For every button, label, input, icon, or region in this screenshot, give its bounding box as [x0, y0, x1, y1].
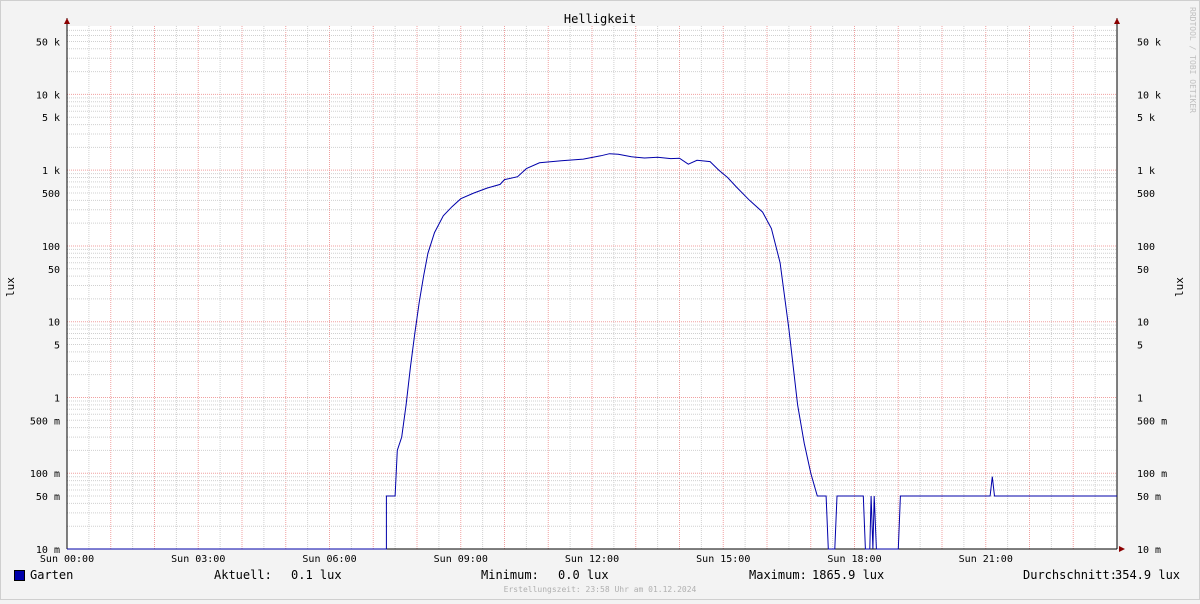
- y-tick-label-right: 50 m: [1137, 492, 1161, 503]
- y-axis-label-right: lux: [1173, 277, 1186, 297]
- y-tick-label-left: 5: [54, 341, 60, 352]
- y-tick-label-left: 50: [48, 265, 60, 276]
- average-label: Durchschnitt:: [1023, 568, 1117, 582]
- legend-swatch-garten: [14, 570, 25, 581]
- minimum-value: 0.0 lux: [558, 568, 609, 582]
- rrdtool-watermark: RRDTOOL / TOBI OETIKER: [1188, 7, 1197, 113]
- y-tick-label-right: 100 m: [1137, 469, 1167, 480]
- y-tick-label-right: 100: [1137, 242, 1155, 253]
- x-tick-label: Sun 21:00: [959, 554, 1013, 565]
- y-tick-label-left: 100 m: [30, 469, 60, 480]
- y-tick-label-right: 5: [1137, 341, 1143, 352]
- y-tick-label-left: 10 m: [36, 545, 60, 556]
- y-tick-label-left: 500 m: [30, 416, 60, 427]
- y-tick-label-left: 500: [42, 189, 60, 200]
- y-axis-label-left: lux: [4, 277, 17, 297]
- aktuell-label: Aktuell:: [214, 568, 272, 582]
- x-tick-label: Sun 15:00: [696, 554, 750, 565]
- y-tick-label-right: 500: [1137, 189, 1155, 200]
- maximum-label: Maximum:: [749, 568, 807, 582]
- x-tick-label: Sun 03:00: [171, 554, 225, 565]
- x-tick-label: Sun 09:00: [434, 554, 488, 565]
- y-tick-label-left: 1 k: [42, 166, 60, 177]
- chart-title: Helligkeit: [564, 12, 636, 26]
- chart-container: Sun 00:00 Sun 03:00 Sun 06:00 Sun 09:00 Sun …: [0, 0, 1200, 600]
- y-tick-label-right: 500 m: [1137, 416, 1167, 427]
- y-tick-label-left: 50 m: [36, 492, 60, 503]
- y-tick-label-right: 1 k: [1137, 166, 1155, 177]
- maximum-value: 1865.9 lux: [812, 568, 885, 582]
- creation-time-footer: Erstellungszeit: 23:58 Uhr am 01.12.2024: [503, 585, 697, 594]
- y-tick-label-left: 50 k: [36, 37, 60, 48]
- y-tick-label-right: 10 k: [1137, 90, 1161, 101]
- x-tick-label: Sun 18:00: [827, 554, 881, 565]
- y-tick-label-right: 50 k: [1137, 37, 1161, 48]
- y-tick-label-left: 100: [42, 242, 60, 253]
- y-tick-label-right: 5 k: [1137, 113, 1155, 124]
- y-tick-label-right: 1: [1137, 393, 1143, 404]
- y-tick-label-left: 5 k: [42, 113, 60, 124]
- y-tick-label-left: 10 k: [36, 90, 60, 101]
- minimum-label: Minimum:: [481, 568, 539, 582]
- aktuell-value: 0.1 lux: [291, 568, 342, 582]
- y-tick-label-right: 50: [1137, 265, 1149, 276]
- x-tick-label: Sun 12:00: [565, 554, 619, 565]
- average-value: 354.9 lux: [1115, 568, 1181, 582]
- legend-series-name: Garten: [30, 568, 74, 582]
- chart-svg: Sun 00:00 Sun 03:00 Sun 06:00 Sun 09:00 Sun …: [0, 0, 1200, 600]
- x-tick-label: Sun 06:00: [302, 554, 356, 565]
- y-tick-label-left: 1: [54, 393, 60, 404]
- y-tick-label-right: 10 m: [1137, 545, 1161, 556]
- y-axis-arrow-right: [1114, 18, 1120, 24]
- y-tick-label-left: 10: [48, 318, 60, 329]
- x-axis-arrow: [1119, 546, 1125, 552]
- y-axis-arrow-left: [64, 18, 70, 24]
- y-tick-label-right: 10: [1137, 318, 1149, 329]
